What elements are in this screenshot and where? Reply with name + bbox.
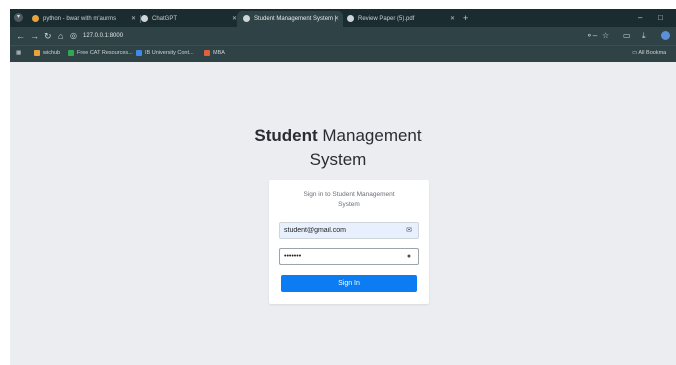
site-info-icon[interactable]: ◎ — [70, 30, 77, 42]
page-title-line2: System — [309, 150, 367, 169]
bookmark-favicon-icon — [136, 49, 142, 56]
all-bookmarks[interactable]: ▭ All Bookma — [632, 46, 666, 61]
envelope-icon: ✉ — [406, 227, 412, 234]
reload-icon[interactable]: ↻ — [44, 30, 52, 42]
tab-title: Student Management System | — [254, 16, 337, 22]
tab-student-management[interactable]: Student Management System | ✕ — [237, 11, 343, 27]
tab-favicon-icon — [32, 14, 39, 22]
bookmark-label: Free CAT Resources... — [77, 50, 133, 56]
bookmark-free-cat[interactable]: Free CAT Resources... — [68, 46, 133, 61]
browser-toolbar: ← → ↻ ⌂ ◎ 127.0.0.1:8000 ⚬– ☆ ▭ ⤓ — [10, 27, 676, 45]
apps-grid-icon[interactable]: ▦ — [16, 46, 21, 61]
bookmark-ib-university[interactable]: IB University Cont... — [136, 46, 194, 61]
tab-title: python - bwar with m'aurms — [43, 16, 117, 22]
all-bookmarks-label: All Bookma — [638, 50, 667, 56]
bookmark-label: wichub — [43, 50, 61, 56]
bookmark-favicon-icon — [34, 49, 40, 56]
lock-icon: ● — [406, 253, 412, 260]
tab-title: ChatGPT — [152, 16, 178, 22]
profile-avatar[interactable] — [661, 31, 670, 40]
login-subtitle-line1: Sign in to Student Management — [303, 191, 395, 198]
bookmark-label: IB University Cont... — [145, 50, 194, 56]
extensions-icon[interactable]: ▭ — [623, 30, 631, 42]
bookmark-favicon-icon — [204, 49, 210, 56]
globe-favicon-icon — [243, 14, 250, 22]
tab-search-icon[interactable]: ▾ — [14, 13, 23, 22]
bookmark-mba[interactable]: MBA — [204, 46, 225, 61]
password-field: ● — [279, 248, 419, 265]
page-title: Student Management System — [0, 124, 676, 172]
bookmarks-bar: ▦ wichub Free CAT Resources... IB Univer… — [10, 45, 676, 62]
globe-favicon-icon — [347, 14, 354, 22]
page-title-rest: Management — [317, 126, 422, 145]
minimize-icon[interactable]: – — [638, 12, 642, 24]
forward-icon[interactable]: → — [30, 30, 39, 42]
restore-icon[interactable]: □ — [658, 12, 663, 24]
chatgpt-favicon-icon — [141, 14, 148, 22]
url-text: 127.0.0.1:8000 — [83, 33, 124, 39]
password-input[interactable] — [280, 249, 404, 264]
home-icon[interactable]: ⌂ — [58, 30, 63, 42]
bookmark-star-icon[interactable]: ☆ — [602, 30, 609, 42]
tab-chatgpt[interactable]: ChatGPT ✕ — [135, 11, 241, 27]
tab-review-paper[interactable]: Review Paper (5).pdf ✕ — [341, 11, 459, 27]
tab-strip: ▾ python - bwar with m'aurms ✕ ChatGPT ✕… — [10, 9, 676, 27]
login-subtitle-line2: System — [338, 201, 360, 208]
bookmark-wichub[interactable]: wichub — [34, 46, 60, 61]
new-tab-icon[interactable]: + — [463, 11, 468, 25]
login-card: Sign in to Student Management System ✉ ●… — [269, 180, 429, 304]
bookmark-label: MBA — [213, 50, 225, 56]
password-key-icon[interactable]: ⚬– — [586, 30, 597, 42]
login-subtitle: Sign in to Student Management System — [269, 190, 429, 210]
bookmark-favicon-icon — [68, 49, 74, 56]
tab-title: Review Paper (5).pdf — [358, 16, 415, 22]
tab-python[interactable]: python - bwar with m'aurms ✕ — [26, 11, 141, 27]
page-title-bold: Student — [254, 126, 318, 145]
close-tab-icon[interactable]: ✕ — [450, 11, 455, 27]
sign-in-button[interactable]: Sign In — [281, 275, 417, 292]
email-input[interactable] — [280, 223, 404, 238]
email-field: ✉ — [279, 222, 419, 239]
address-bar[interactable]: ◎ 127.0.0.1:8000 — [70, 30, 600, 42]
close-tab-icon[interactable]: ✕ — [334, 11, 339, 27]
back-icon[interactable]: ← — [16, 30, 25, 42]
download-icon[interactable]: ⤓ — [642, 30, 646, 42]
